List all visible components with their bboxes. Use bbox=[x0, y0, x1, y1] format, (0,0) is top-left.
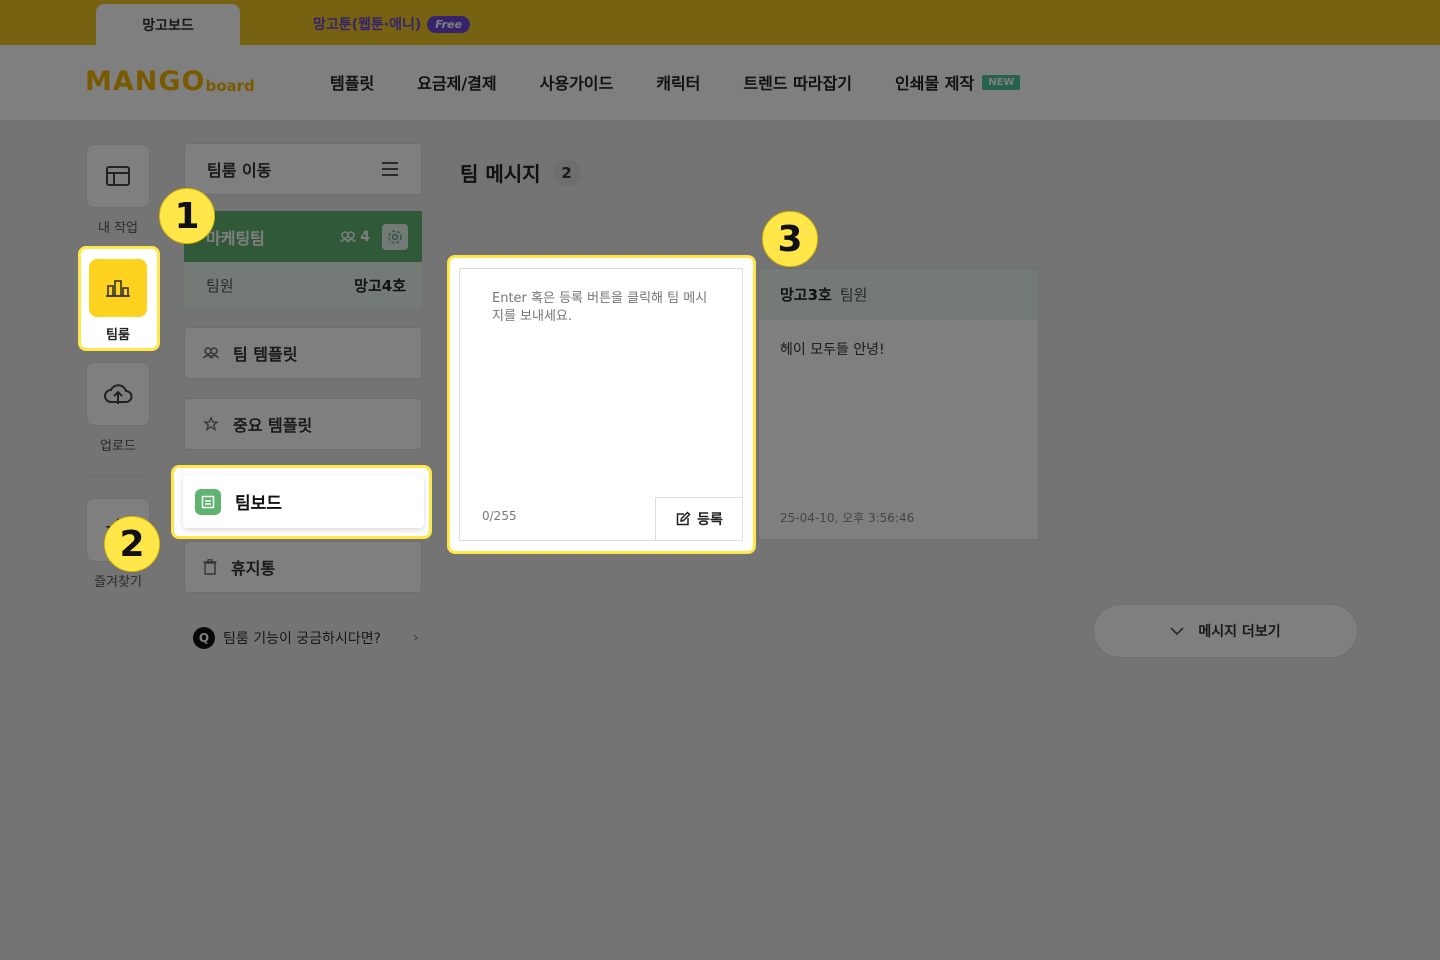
more-messages-label: 메시지 더보기 bbox=[1198, 624, 1281, 640]
team-name: 마케팅팀 bbox=[206, 228, 265, 248]
nav-print[interactable]: 인쇄물 제작 NEW bbox=[895, 70, 1021, 94]
team-room-move-label: 팀룸 이동 bbox=[207, 161, 272, 180]
register-label: 등록 bbox=[697, 512, 723, 528]
nav-pricing[interactable]: 요금제/결제 bbox=[417, 70, 496, 94]
callout-3: 3 bbox=[762, 211, 818, 267]
tab-mangotoon[interactable]: 망고툰(웹툰·애니) Free bbox=[313, 13, 470, 35]
role-label: 팀원 bbox=[206, 277, 234, 295]
callout-2: 2 bbox=[104, 516, 160, 572]
chevron-down-icon bbox=[1170, 627, 1184, 635]
member-name: 망고4호 bbox=[354, 277, 406, 295]
message-card-header: 망고3호 팀원 bbox=[759, 269, 1038, 320]
team-room-move-button[interactable]: 팀룸 이동 bbox=[184, 143, 422, 195]
team-templates-label: 팀 템플릿 bbox=[233, 345, 298, 364]
buildings-icon bbox=[106, 280, 130, 297]
more-messages-button[interactable]: 메시지 더보기 bbox=[1093, 604, 1358, 658]
team-board-button[interactable]: 팀보드 bbox=[183, 475, 424, 528]
rail-divider bbox=[86, 476, 150, 477]
edit-icon bbox=[676, 511, 691, 526]
my-work-label: 내 작업 bbox=[97, 221, 138, 236]
help-label: 팀룸 기능이 궁금하시다면? bbox=[223, 631, 382, 647]
logo-main-text: MANGO bbox=[85, 66, 206, 97]
tab-mangotoon-label: 망고툰(웹툰·애니) bbox=[313, 17, 422, 33]
nav-print-label: 인쇄물 제작 bbox=[895, 74, 975, 93]
team-message-input[interactable] bbox=[482, 290, 722, 480]
cloud-upload-icon bbox=[104, 384, 133, 404]
new-badge: NEW bbox=[982, 74, 1021, 90]
team-room-button[interactable] bbox=[89, 259, 147, 317]
upload-button[interactable] bbox=[86, 362, 150, 426]
message-body: 헤이 모두들 안녕! bbox=[780, 342, 885, 358]
team-message-title: 팀 메시지 bbox=[460, 162, 541, 186]
message-timestamp: 25-04-10, 오후 3:56:46 bbox=[780, 511, 915, 525]
trash-button[interactable]: 휴지통 bbox=[184, 541, 422, 593]
members-icon bbox=[340, 230, 357, 242]
free-badge: Free bbox=[427, 15, 470, 33]
team-message-heading: 팀 메시지 2 bbox=[460, 158, 581, 187]
my-work-button[interactable] bbox=[86, 144, 150, 208]
char-counter: 0/255 bbox=[482, 509, 517, 523]
member-count: 4 bbox=[360, 228, 370, 245]
message-author: 망고3호 bbox=[780, 286, 832, 304]
logo-sub-text: board bbox=[205, 77, 255, 95]
team-settings-button[interactable] bbox=[382, 223, 408, 250]
gear-icon bbox=[388, 229, 402, 244]
layout-icon bbox=[106, 166, 130, 186]
important-templates-button[interactable]: 중요 템플릿 bbox=[184, 398, 422, 450]
upload-label: 업로드 bbox=[100, 439, 136, 454]
nav-templates[interactable]: 템플릿 bbox=[330, 70, 374, 94]
favorites-label: 즐겨찾기 bbox=[94, 575, 142, 590]
help-link[interactable]: Q 팀룸 기능이 궁금하시다면? › bbox=[193, 627, 419, 649]
hamburger-icon bbox=[382, 162, 398, 176]
trash-icon bbox=[203, 559, 217, 575]
team-templates-button[interactable]: 팀 템플릿 bbox=[184, 327, 422, 379]
trash-label: 휴지통 bbox=[231, 559, 276, 578]
members-icon bbox=[203, 347, 219, 359]
chevron-right-icon: › bbox=[413, 630, 419, 646]
tab-mangoboard[interactable]: 망고보드 bbox=[96, 4, 240, 45]
mangoboard-logo[interactable]: MANGO board bbox=[85, 67, 255, 97]
team-room-label: 팀룸 bbox=[106, 328, 130, 343]
message-author-role: 팀원 bbox=[839, 286, 868, 304]
important-templates-label: 중요 템플릿 bbox=[233, 416, 313, 435]
q-icon: Q bbox=[193, 627, 215, 649]
team-board-label: 팀보드 bbox=[235, 494, 282, 514]
team-member-row: 팀원 망고4호 bbox=[184, 262, 422, 309]
nav-trends[interactable]: 트렌드 따라잡기 bbox=[743, 70, 852, 94]
team-header[interactable]: 마케팅팀 4 bbox=[184, 211, 422, 262]
nav-guide[interactable]: 사용가이드 bbox=[540, 70, 614, 94]
board-icon bbox=[195, 488, 221, 515]
callout-1: 1 bbox=[159, 188, 215, 244]
message-count-badge: 2 bbox=[552, 158, 581, 187]
register-button[interactable]: 등록 bbox=[655, 497, 742, 540]
star-icon bbox=[203, 416, 219, 431]
main-nav: 템플릿 요금제/결제 사용가이드 캐릭터 트렌드 따라잡기 인쇄물 제작 NEW bbox=[330, 70, 1021, 94]
nav-characters[interactable]: 캐릭터 bbox=[656, 70, 700, 94]
